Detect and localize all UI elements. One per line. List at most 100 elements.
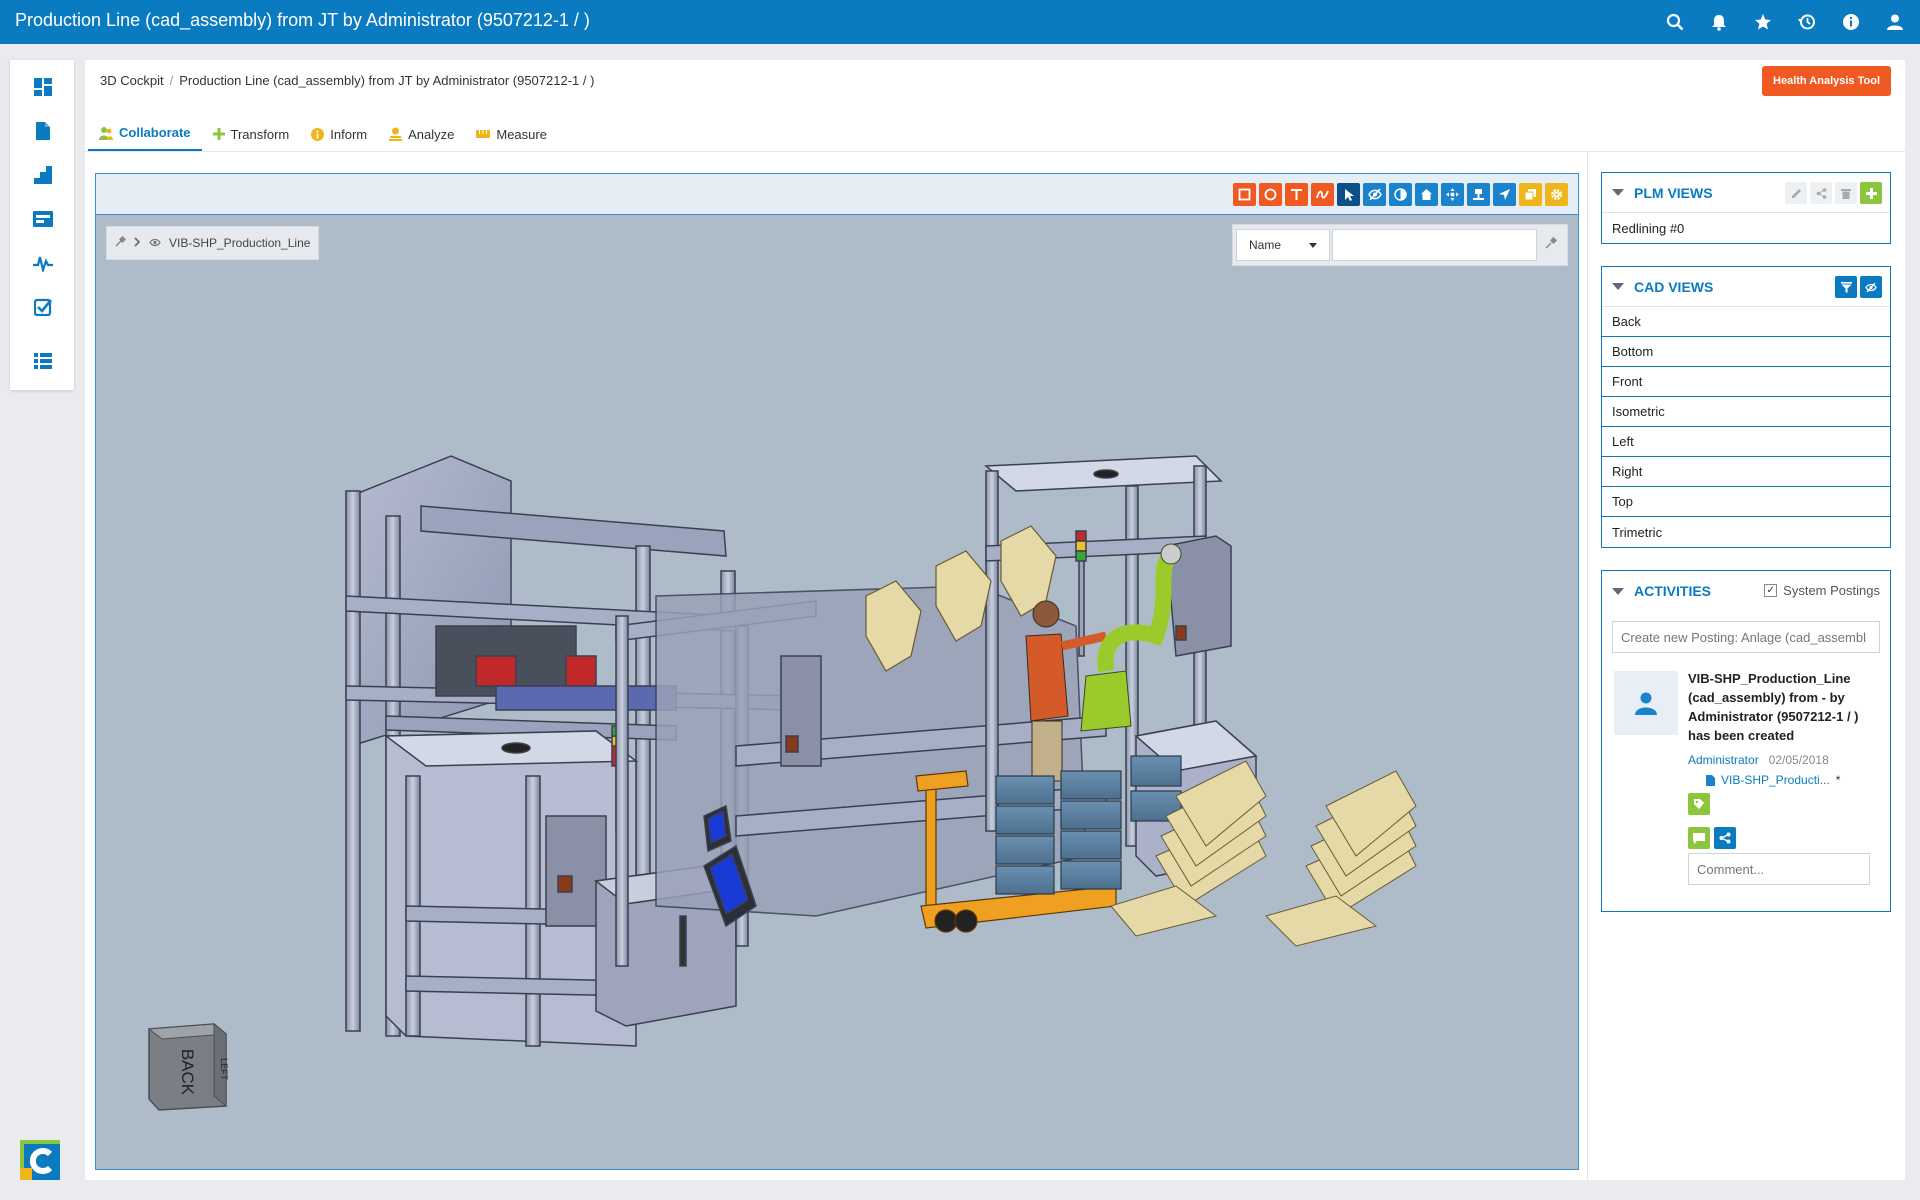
plus-icon bbox=[212, 128, 225, 140]
cad-view-item[interactable]: Trimetric bbox=[1602, 517, 1890, 547]
system-postings-label: System Postings bbox=[1783, 583, 1880, 598]
panel-divider bbox=[1587, 152, 1588, 1180]
system-postings-toggle[interactable]: ✓ System Postings bbox=[1764, 583, 1880, 598]
document-icon bbox=[1706, 774, 1715, 786]
visibility-toggle-icon[interactable] bbox=[1860, 276, 1882, 298]
document-icon[interactable] bbox=[32, 120, 54, 142]
edit-icon[interactable] bbox=[1785, 182, 1807, 204]
info-icon[interactable] bbox=[1840, 11, 1862, 33]
select-pointer-icon[interactable] bbox=[1337, 183, 1360, 206]
home-view-icon[interactable] bbox=[1415, 183, 1438, 206]
breadcrumb-separator: / bbox=[169, 73, 174, 88]
navigation-cube[interactable]: BACK LEFT bbox=[144, 1014, 244, 1114]
tab-label: Collaborate bbox=[119, 125, 191, 140]
activity-post: VIB-SHP_Production_Line (cad_assembly) f… bbox=[1602, 653, 1890, 893]
dashboard-icon[interactable] bbox=[32, 76, 54, 98]
system-postings-checkbox[interactable]: ✓ bbox=[1764, 584, 1778, 597]
post-object-link[interactable]: VIB-SHP_Producti... * bbox=[1706, 773, 1840, 787]
checkbox-icon[interactable] bbox=[32, 296, 54, 318]
post-meta: Administrator 02/05/2018 bbox=[1688, 753, 1829, 767]
star-icon[interactable] bbox=[1752, 11, 1774, 33]
activities-header[interactable]: ACTIVITIES ✓ System Postings bbox=[1602, 571, 1890, 611]
navigate-icon[interactable] bbox=[1493, 183, 1516, 206]
navcube-back-label: BACK bbox=[178, 1049, 197, 1096]
cad-view-item[interactable]: Right bbox=[1602, 457, 1890, 487]
list-icon[interactable] bbox=[32, 350, 54, 372]
tab-transform[interactable]: Transform bbox=[202, 116, 301, 152]
ruler-icon bbox=[476, 130, 491, 138]
add-view-icon[interactable] bbox=[1860, 182, 1882, 204]
share-icon[interactable] bbox=[1810, 182, 1832, 204]
cad-view-item[interactable]: Back bbox=[1602, 307, 1890, 337]
bell-icon[interactable] bbox=[1708, 11, 1730, 33]
freehand-tool-icon[interactable] bbox=[1311, 183, 1334, 206]
health-analysis-button[interactable]: Health Analysis Tool bbox=[1762, 66, 1891, 96]
viewer-tools bbox=[1233, 183, 1568, 206]
user-icon bbox=[1635, 692, 1657, 715]
rectangle-tool-icon[interactable] bbox=[1233, 183, 1256, 206]
text-tool-icon[interactable] bbox=[1285, 183, 1308, 206]
trash-icon[interactable] bbox=[1835, 182, 1857, 204]
analyze-icon bbox=[389, 127, 403, 141]
tab-label: Measure bbox=[496, 126, 547, 142]
collapse-icon[interactable] bbox=[1612, 283, 1624, 290]
breadcrumb-root[interactable]: 3D Cockpit bbox=[100, 73, 164, 88]
tab-measure[interactable]: Measure bbox=[465, 116, 558, 152]
tab-bar: Collaborate Transform Inform Analyze Mea… bbox=[88, 116, 558, 152]
stairs-icon[interactable] bbox=[32, 164, 54, 186]
tabs-divider bbox=[85, 151, 1905, 152]
plm-view-item[interactable]: Redlining #0 bbox=[1602, 213, 1890, 243]
cad-view-item[interactable]: Top bbox=[1602, 487, 1890, 517]
tag-icon[interactable] bbox=[1688, 793, 1710, 815]
collapse-icon[interactable] bbox=[1612, 189, 1624, 196]
cad-views-header[interactable]: CAD VIEWS bbox=[1602, 267, 1890, 307]
pulse-icon[interactable] bbox=[32, 252, 54, 274]
circle-tool-icon[interactable] bbox=[1259, 183, 1282, 206]
post-link-marker: * bbox=[1835, 773, 1841, 787]
plm-views-header[interactable]: PLM VIEWS bbox=[1602, 173, 1890, 213]
tab-collaborate[interactable]: Collaborate bbox=[88, 116, 202, 152]
post-author-link[interactable]: Administrator bbox=[1688, 753, 1759, 767]
plm-views-title: PLM VIEWS bbox=[1634, 184, 1713, 201]
cad-view-item[interactable]: Bottom bbox=[1602, 337, 1890, 367]
tab-analyze[interactable]: Analyze bbox=[378, 116, 465, 152]
info-icon bbox=[311, 127, 325, 141]
activities-panel: ACTIVITIES ✓ System Postings VIB-SHP_Pro… bbox=[1601, 570, 1891, 912]
share-icon[interactable] bbox=[1714, 827, 1736, 849]
people-icon bbox=[99, 126, 113, 140]
tab-label: Analyze bbox=[408, 126, 455, 142]
fit-view-icon[interactable] bbox=[1441, 183, 1464, 206]
left-nav bbox=[10, 60, 74, 390]
breadcrumb-current: Production Line (cad_assembly) from JT b… bbox=[179, 73, 595, 88]
cad-view-item[interactable]: Isometric bbox=[1602, 397, 1890, 427]
cad-view-item[interactable]: Left bbox=[1602, 427, 1890, 457]
layers-icon[interactable] bbox=[1519, 183, 1542, 206]
cad-model-render[interactable] bbox=[96, 216, 1578, 1170]
cad-views-title: CAD VIEWS bbox=[1634, 278, 1714, 295]
history-icon[interactable] bbox=[1796, 11, 1818, 33]
tab-inform[interactable]: Inform bbox=[300, 116, 378, 152]
explode-view-icon[interactable] bbox=[1467, 183, 1490, 206]
tab-label: Transform bbox=[230, 126, 290, 142]
cad-view-item[interactable]: Front bbox=[1602, 367, 1890, 397]
comment-input[interactable] bbox=[1688, 853, 1870, 885]
breadcrumb: 3D Cockpit / Production Line (cad_assembly… bbox=[100, 73, 594, 88]
filter-icon[interactable] bbox=[1835, 276, 1857, 298]
collapse-icon[interactable] bbox=[1612, 587, 1624, 595]
contrast-icon[interactable] bbox=[1389, 183, 1412, 206]
settings-gear-icon[interactable] bbox=[1545, 183, 1568, 206]
3d-viewer[interactable]: VIB-SHP_Production_Line Name BACK LEFT bbox=[95, 173, 1579, 1170]
plm-views-panel: PLM VIEWS Redlining #0 bbox=[1601, 172, 1891, 244]
app-title: Production Line (cad_assembly) from JT b… bbox=[15, 10, 590, 30]
visibility-icon[interactable] bbox=[1363, 183, 1386, 206]
new-posting-input[interactable] bbox=[1612, 621, 1880, 653]
cad-views-panel: CAD VIEWS Back Bottom Front Isometric Le… bbox=[1601, 266, 1891, 548]
user-icon[interactable] bbox=[1884, 11, 1906, 33]
main-panel: 3D Cockpit / Production Line (cad_assembly… bbox=[85, 60, 1905, 1180]
avatar bbox=[1614, 671, 1678, 735]
comment-icon[interactable] bbox=[1688, 827, 1710, 849]
search-icon[interactable] bbox=[1664, 11, 1686, 33]
card-icon[interactable] bbox=[32, 208, 54, 230]
app-logo bbox=[20, 1140, 60, 1180]
top-bar: Production Line (cad_assembly) from JT b… bbox=[0, 0, 1920, 44]
